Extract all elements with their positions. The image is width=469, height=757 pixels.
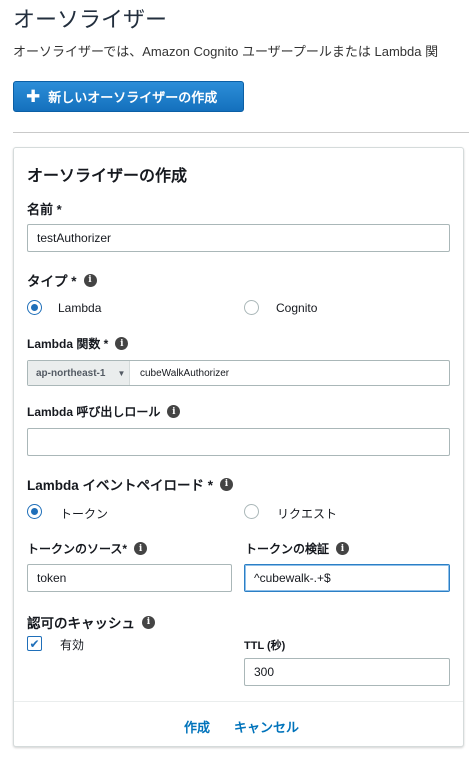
token-validation-label-text: トークンの検証 [245, 542, 330, 556]
info-icon[interactable]: i [336, 542, 350, 555]
info-icon[interactable]: i [115, 337, 129, 350]
create-link[interactable]: 作成 [184, 717, 210, 736]
name-label-text: 名前 * [27, 202, 62, 217]
type-cognito-radio[interactable] [244, 300, 259, 315]
cache-enabled-checkbox[interactable]: ✔ [27, 636, 42, 651]
payload-token-radio[interactable] [27, 504, 42, 519]
token-source-label: トークンのソース* i [27, 540, 148, 557]
check-icon: ✔ [29, 636, 40, 651]
event-payload-label: Lambda イベントペイロード * i [27, 474, 234, 494]
divider [13, 132, 469, 133]
payload-request-radio[interactable] [244, 504, 259, 519]
info-icon[interactable]: i [220, 477, 234, 491]
info-icon[interactable]: i [142, 615, 155, 629]
invoke-role-label: Lambda 呼び出しロール i [27, 403, 181, 420]
lambda-function-label: Lambda 関数 * i [27, 335, 129, 352]
page-description: オーソライザーでは、Amazon Cognito ユーザープールまたは Lamb… [13, 44, 439, 59]
info-icon[interactable]: i [167, 405, 181, 418]
name-input[interactable]: testAuthorizer [27, 224, 450, 252]
token-source-label-text: トークンのソース* [27, 542, 128, 556]
create-authorizer-button[interactable]: ✚ 新しいオーソライザーの作成 [13, 81, 244, 112]
type-cognito-label: Cognito [276, 301, 318, 315]
event-payload-label-text: Lambda イベントペイロード * [27, 478, 214, 493]
create-authorizer-form: オーソライザーの作成 名前 * testAuthorizer タイプ * i L… [13, 147, 464, 747]
payload-token-label: トークン [60, 507, 109, 521]
token-validation-input[interactable]: ^cubewalk-.+$ [244, 564, 450, 592]
create-authorizer-button-label: 新しいオーソライザーの作成 [48, 90, 218, 105]
invoke-role-input[interactable] [27, 428, 450, 456]
token-source-input[interactable]: token [27, 564, 232, 592]
name-label: 名前 * [27, 199, 62, 218]
cache-label: 認可のキャッシュ i [27, 612, 155, 632]
plus-icon: ✚ [26, 87, 41, 106]
payload-request-label: リクエスト [277, 507, 338, 521]
info-icon[interactable]: i [83, 273, 97, 287]
lambda-function-field: ap-northeast-1 ▼ cubeWalkAuthorizer [27, 360, 450, 386]
lambda-function-label-text: Lambda 関数 * [27, 337, 109, 351]
ttl-label: TTL (秒) [244, 637, 285, 653]
cancel-link[interactable]: キャンセル [234, 717, 299, 736]
token-validation-label: トークンの検証 i [245, 540, 350, 557]
lambda-function-input[interactable]: cubeWalkAuthorizer [130, 361, 449, 385]
caret-down-icon: ▼ [117, 368, 126, 378]
region-select[interactable]: ap-northeast-1 ▼ [28, 361, 130, 385]
region-select-value: ap-northeast-1 [36, 367, 106, 379]
cache-enabled-label: 有効 [60, 638, 85, 652]
invoke-role-label-text: Lambda 呼び出しロール [27, 405, 161, 419]
form-title: オーソライザーの作成 [27, 168, 188, 185]
ttl-label-text: TTL (秒) [244, 640, 286, 652]
type-lambda-radio[interactable] [27, 300, 42, 315]
footer-divider [14, 701, 463, 702]
ttl-input[interactable]: 300 [244, 658, 450, 686]
type-label-text: タイプ * [27, 274, 77, 289]
info-icon[interactable]: i [134, 542, 148, 555]
type-lambda-label: Lambda [58, 301, 102, 315]
type-label: タイプ * i [27, 270, 97, 290]
cache-label-text: 認可のキャッシュ [27, 616, 135, 631]
page-title: オーソライザー [13, 7, 168, 32]
